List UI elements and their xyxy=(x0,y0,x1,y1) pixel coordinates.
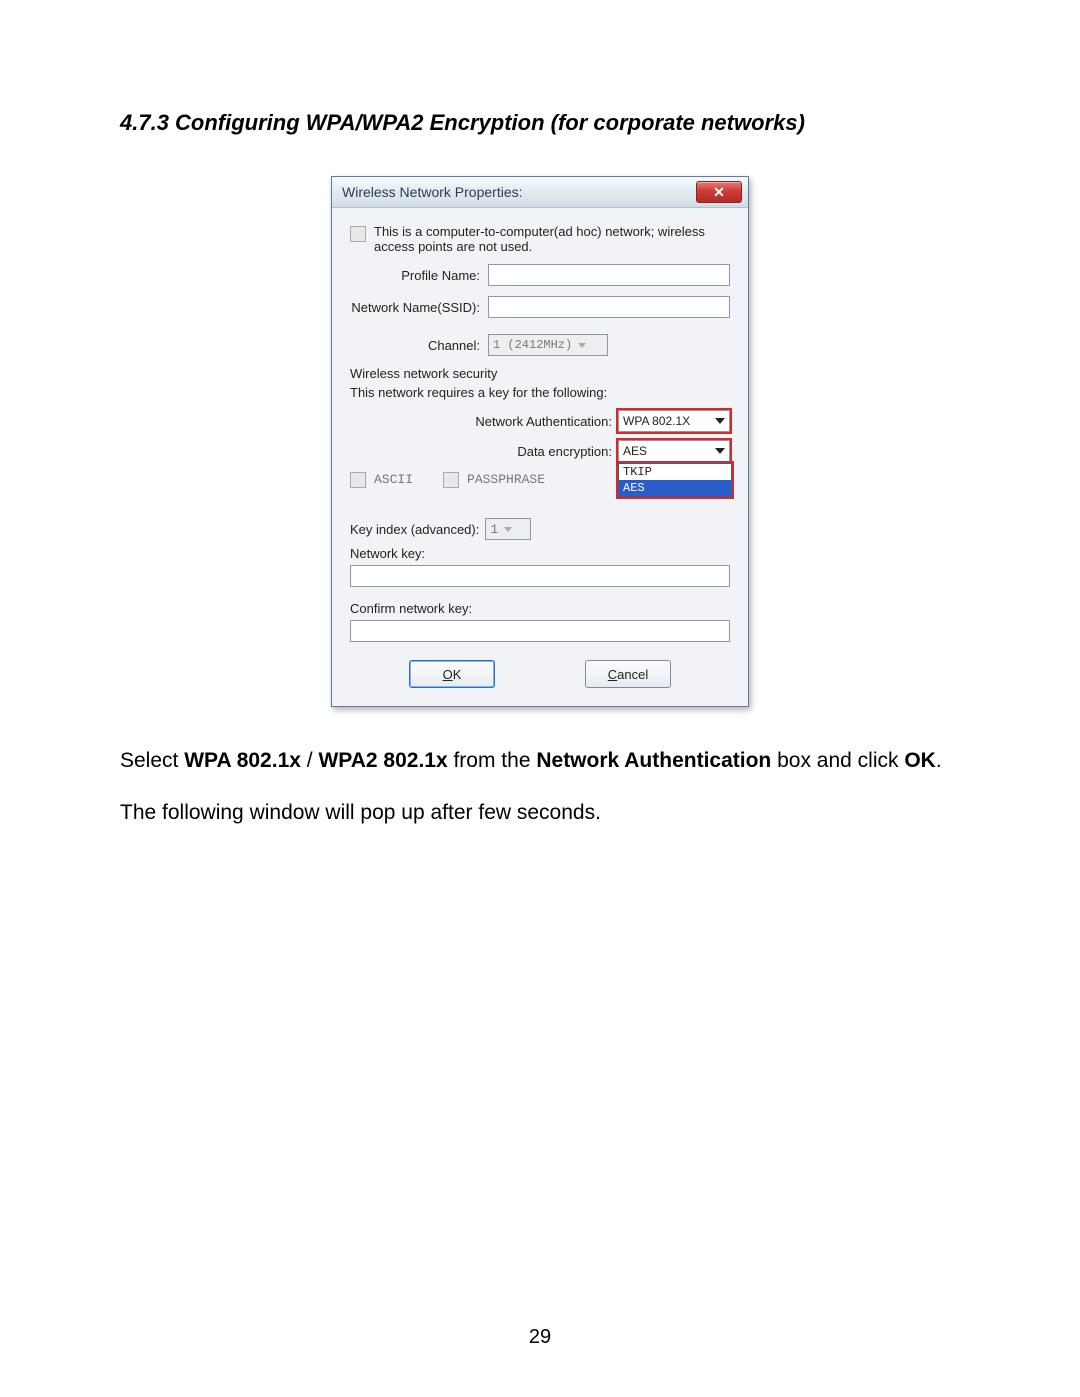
instruction-paragraph-2: The following window will pop up after f… xyxy=(120,799,960,827)
channel-label: Channel: xyxy=(350,338,488,353)
auth-label: Network Authentication: xyxy=(475,414,618,429)
ascii-checkbox[interactable] xyxy=(350,472,366,488)
adhoc-checkbox[interactable] xyxy=(350,226,366,242)
security-group-label: Wireless network security xyxy=(350,366,730,381)
security-group-note: This network requires a key for the foll… xyxy=(350,385,730,400)
screenshot-wrap: Wireless Network Properties: ✕ This is a… xyxy=(120,176,960,707)
titlebar: Wireless Network Properties: ✕ xyxy=(332,177,748,208)
ok-button[interactable]: OK xyxy=(409,660,495,688)
profile-name-input[interactable] xyxy=(488,264,730,286)
instruction-paragraph-1: Select WPA 802.1x / WPA2 802.1x from the… xyxy=(120,747,960,775)
network-authentication-combo[interactable]: WPA 802.1X xyxy=(618,410,730,432)
ok-label-tail: K xyxy=(453,667,462,682)
adhoc-label: This is a computer-to-computer(ad hoc) n… xyxy=(374,224,730,254)
chevron-down-icon xyxy=(578,343,586,348)
ssid-input[interactable] xyxy=(488,296,730,318)
chevron-down-icon xyxy=(504,527,512,532)
ssid-label: Network Name(SSID): xyxy=(350,300,488,315)
passphrase-label: PASSPHRASE xyxy=(467,472,545,487)
encryption-label: Data encryption: xyxy=(517,444,618,459)
chevron-down-icon xyxy=(715,448,725,454)
ascii-label: ASCII xyxy=(374,472,413,487)
cancel-button[interactable]: Cancel xyxy=(585,660,671,688)
key-index-value: 1 xyxy=(490,522,498,537)
confirm-key-input[interactable] xyxy=(350,620,730,642)
close-button[interactable]: ✕ xyxy=(696,181,742,203)
page-number: 29 xyxy=(0,1326,1080,1349)
channel-combo: 1 (2412MHz) xyxy=(488,334,608,356)
confirm-key-label: Confirm network key: xyxy=(350,601,730,616)
wireless-properties-dialog: Wireless Network Properties: ✕ This is a… xyxy=(331,176,749,707)
encryption-value: AES xyxy=(623,444,715,458)
key-index-label: Key index (advanced): xyxy=(350,522,479,537)
key-index-combo: 1 xyxy=(485,518,531,540)
profile-name-label: Profile Name: xyxy=(350,268,488,283)
chevron-down-icon xyxy=(715,418,725,424)
cancel-label-tail: ancel xyxy=(617,667,648,682)
passphrase-checkbox[interactable] xyxy=(443,472,459,488)
section-heading: 4.7.3 Configuring WPA/WPA2 Encryption (f… xyxy=(120,110,960,136)
encryption-dropdown: TKIP AES xyxy=(618,463,732,497)
channel-value: 1 (2412MHz) xyxy=(493,338,572,352)
network-key-label: Network key: xyxy=(350,546,730,561)
network-key-input[interactable] xyxy=(350,565,730,587)
dialog-title: Wireless Network Properties: xyxy=(342,184,696,200)
auth-value: WPA 802.1X xyxy=(623,414,715,428)
encryption-option-tkip[interactable]: TKIP xyxy=(619,464,731,480)
data-encryption-combo[interactable]: AES TKIP AES xyxy=(618,440,730,462)
encryption-option-aes[interactable]: AES xyxy=(619,480,731,496)
close-icon: ✕ xyxy=(713,184,725,201)
